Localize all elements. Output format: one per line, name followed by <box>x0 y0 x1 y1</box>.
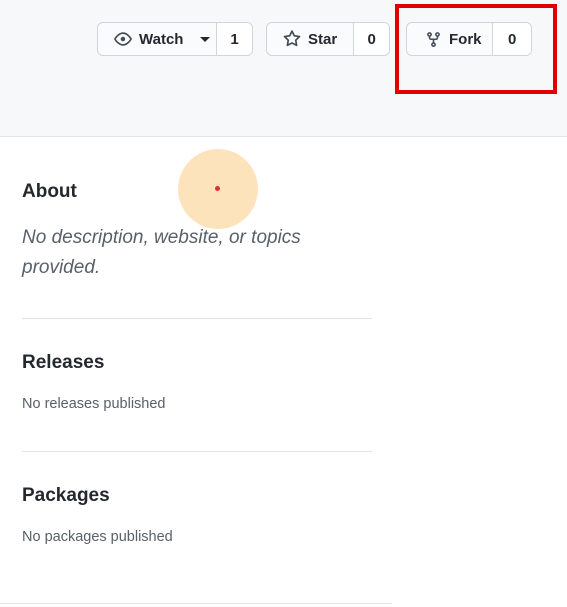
about-heading: About <box>22 181 77 202</box>
fork-button-label: Fork <box>449 30 482 48</box>
packages-text: No packages published <box>22 529 173 545</box>
packages-divider <box>0 603 392 604</box>
releases-divider <box>22 451 372 452</box>
packages-heading[interactable]: Packages <box>22 485 372 507</box>
star-button[interactable]: Star <box>267 23 353 55</box>
watch-count[interactable]: 1 <box>216 23 252 55</box>
releases-heading[interactable]: Releases <box>22 352 372 374</box>
eye-icon <box>114 30 132 48</box>
star-button-label: Star <box>308 30 338 48</box>
watch-button-group: Watch 1 <box>97 22 253 56</box>
repo-header-band <box>0 0 567 137</box>
releases-text: No releases published <box>22 396 166 412</box>
about-section: About No description, website, or topics… <box>22 181 372 283</box>
fork-button-group: Fork 0 <box>406 22 532 56</box>
repo-forked-icon <box>425 31 442 48</box>
star-button-group: Star 0 <box>266 22 390 56</box>
fork-count[interactable]: 0 <box>492 23 531 55</box>
watch-button-label: Watch <box>139 30 184 48</box>
fork-button[interactable]: Fork <box>407 23 492 55</box>
packages-section: Packages No packages published <box>22 485 372 545</box>
about-divider <box>22 318 372 319</box>
about-description: No description, website, or topics provi… <box>22 227 301 278</box>
releases-section: Releases No releases published <box>22 352 372 412</box>
star-icon <box>283 30 301 48</box>
triangle-down-icon <box>200 36 211 42</box>
star-count[interactable]: 0 <box>353 23 389 55</box>
watch-button[interactable]: Watch <box>98 23 216 55</box>
